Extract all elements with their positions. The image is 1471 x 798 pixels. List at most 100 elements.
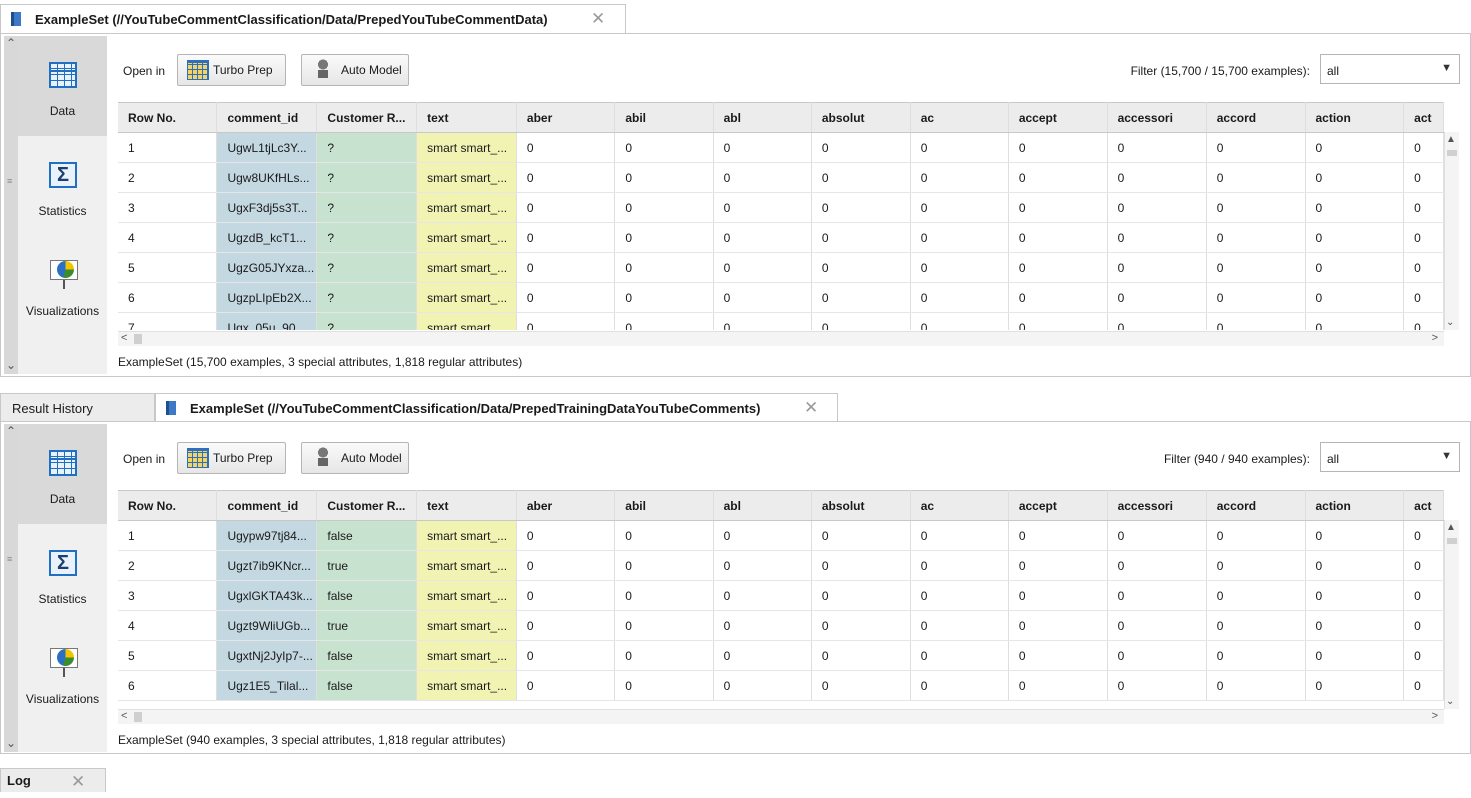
table-cell[interactable]: 0 — [713, 610, 812, 641]
table-cell[interactable]: 0 — [811, 312, 911, 330]
table-cell[interactable]: 0 — [811, 252, 911, 283]
table-cell[interactable]: 0 — [1305, 520, 1405, 551]
sidebar-grip-icon[interactable]: ≡ — [7, 176, 12, 186]
table-cell[interactable]: ? — [316, 132, 418, 163]
table-cell[interactable]: 0 — [1305, 162, 1405, 193]
table-cell[interactable]: Ugzt7ib9KNcr... — [216, 550, 318, 581]
table-cell[interactable]: 0 — [1107, 312, 1207, 330]
column-header[interactable]: Row No. — [118, 490, 218, 521]
table-row[interactable]: 3 UgxlGKTA43k... false smart smart_... 0 0 0 0 0… — [118, 580, 1444, 611]
auto-model-button[interactable]: Auto Model — [301, 54, 409, 86]
column-header[interactable]: absolut — [811, 490, 911, 521]
horizontal-scrollbar[interactable]: < > — [118, 331, 1444, 346]
view-data-button[interactable]: Data — [18, 424, 107, 524]
table-cell[interactable]: 0 — [713, 252, 812, 283]
sidebar-scroll-up-icon[interactable]: ⌃ — [6, 36, 16, 50]
close-icon[interactable]: ✕ — [71, 773, 85, 790]
table-cell[interactable]: 0 — [1206, 312, 1306, 330]
table-cell[interactable]: 0 — [811, 282, 911, 313]
table-cell[interactable]: 0 — [1107, 282, 1207, 313]
table-cell[interactable]: ? — [316, 222, 418, 253]
tab-log[interactable]: Log ✕ — [0, 768, 106, 792]
column-header[interactable]: accord — [1206, 102, 1306, 133]
table-cell[interactable]: 0 — [811, 520, 911, 551]
table-row[interactable]: 1 Ugypw97tj84... false smart smart_... 0 0 0 0 0… — [118, 520, 1444, 551]
table-cell[interactable]: 0 — [614, 312, 714, 330]
turbo-prep-button[interactable]: Turbo Prep — [177, 54, 286, 86]
table-cell[interactable]: 0 — [516, 670, 616, 701]
table-cell[interactable]: 0 — [1107, 162, 1207, 193]
table-cell[interactable]: 0 — [614, 222, 714, 253]
table-cell[interactable]: 0 — [1008, 610, 1108, 641]
table-cell[interactable]: smart smart_... — [416, 312, 517, 330]
table-cell[interactable]: 0 — [811, 132, 911, 163]
table-cell[interactable]: smart smart_... — [416, 550, 517, 581]
table-row[interactable]: 4 UgzdB_kcT1...? smart smart_... 0 0 0 0 0 0 0 0 0 0 — [118, 222, 1444, 253]
table-cell[interactable]: 0 — [614, 610, 714, 641]
column-header[interactable]: ac — [910, 490, 1009, 521]
table-cell[interactable]: 0 — [1206, 282, 1306, 313]
table-cell[interactable]: 0 — [614, 670, 714, 701]
table-cell[interactable]: 0 — [910, 162, 1009, 193]
table-cell[interactable]: 0 — [1008, 162, 1108, 193]
table-cell[interactable]: 0 — [516, 550, 616, 581]
table-cell[interactable]: 0 — [1206, 610, 1306, 641]
table-cell[interactable]: 0 — [910, 580, 1009, 611]
table-cell[interactable]: 0 — [1206, 162, 1306, 193]
column-header[interactable]: absolut — [811, 102, 911, 133]
table-cell[interactable]: smart smart_... — [416, 580, 517, 611]
column-header[interactable]: text — [416, 102, 517, 133]
table-cell[interactable]: 0 — [516, 252, 616, 283]
column-header[interactable]: comment_id — [216, 490, 318, 521]
table-cell[interactable]: 0 — [1403, 132, 1444, 163]
table-cell[interactable]: 0 — [516, 222, 616, 253]
table-cell[interactable]: 0 — [713, 640, 812, 671]
table-cell[interactable]: 0 — [1305, 610, 1405, 641]
table-cell[interactable]: smart smart_... — [416, 132, 517, 163]
table-cell[interactable]: 0 — [1107, 550, 1207, 581]
column-header[interactable]: Row No. — [118, 102, 218, 133]
table-cell[interactable]: UgwL1tjLc3Y... — [216, 132, 318, 163]
table-cell[interactable]: 0 — [1206, 670, 1306, 701]
table-cell[interactable]: 0 — [1305, 580, 1405, 611]
table-cell[interactable]: true — [316, 550, 418, 581]
table-cell[interactable]: 0 — [811, 222, 911, 253]
table-cell[interactable]: ? — [316, 162, 418, 193]
table-cell[interactable]: 0 — [910, 550, 1009, 581]
table-cell[interactable]: 0 — [1008, 132, 1108, 163]
table-cell[interactable]: 0 — [516, 580, 616, 611]
view-visualizations-button[interactable]: Visualizations — [18, 624, 107, 724]
table-cell[interactable]: 0 — [1107, 222, 1207, 253]
table-cell[interactable]: 0 — [1008, 640, 1108, 671]
table-cell[interactable]: 0 — [1206, 580, 1306, 611]
horizontal-scrollbar[interactable]: < > — [118, 709, 1444, 724]
tab-result-history[interactable]: Result History — [0, 393, 155, 422]
table-cell[interactable]: 0 — [1107, 132, 1207, 163]
table-cell[interactable]: smart smart_... — [416, 222, 517, 253]
table-cell[interactable]: true — [316, 610, 418, 641]
table-cell[interactable]: smart smart_... — [416, 610, 517, 641]
column-header[interactable]: Customer R... — [316, 102, 418, 133]
table-cell[interactable]: smart smart_... — [416, 640, 517, 671]
table-cell[interactable]: 0 — [1107, 580, 1207, 611]
column-header[interactable]: abl — [713, 102, 812, 133]
table-cell[interactable]: 0 — [910, 192, 1009, 223]
scroll-thumb[interactable] — [1447, 150, 1457, 156]
scroll-up-icon[interactable]: ▲ — [1446, 522, 1456, 533]
table-cell[interactable]: 0 — [1206, 192, 1306, 223]
table-cell[interactable]: 0 — [1008, 580, 1108, 611]
table-cell[interactable]: 0 — [1305, 312, 1405, 330]
table-cell[interactable]: 0 — [910, 640, 1009, 671]
close-icon[interactable]: ✕ — [591, 10, 605, 27]
table-cell[interactable]: 0 — [1008, 670, 1108, 701]
table-cell[interactable]: 0 — [811, 162, 911, 193]
table-cell[interactable]: 0 — [516, 312, 616, 330]
table-cell[interactable]: 0 — [1305, 132, 1405, 163]
column-header[interactable]: abil — [614, 102, 714, 133]
table-row[interactable]: 3 UgxF3dj5s3T...? smart smart_... 0 0 0 0 0 0 0 0 0… — [118, 192, 1444, 223]
table-cell[interactable]: UgzpLIpEb2X... — [216, 282, 318, 313]
view-visualizations-button[interactable]: Visualizations — [18, 236, 107, 336]
table-row[interactable]: 6 Ugz1E5_Tilal... false smart smart_... 0 0 0 0… — [118, 670, 1444, 701]
tab-example-set-1[interactable]: ExampleSet (//YouTubeCommentClassificati… — [0, 4, 626, 33]
table-cell[interactable]: 0 — [1403, 312, 1444, 330]
